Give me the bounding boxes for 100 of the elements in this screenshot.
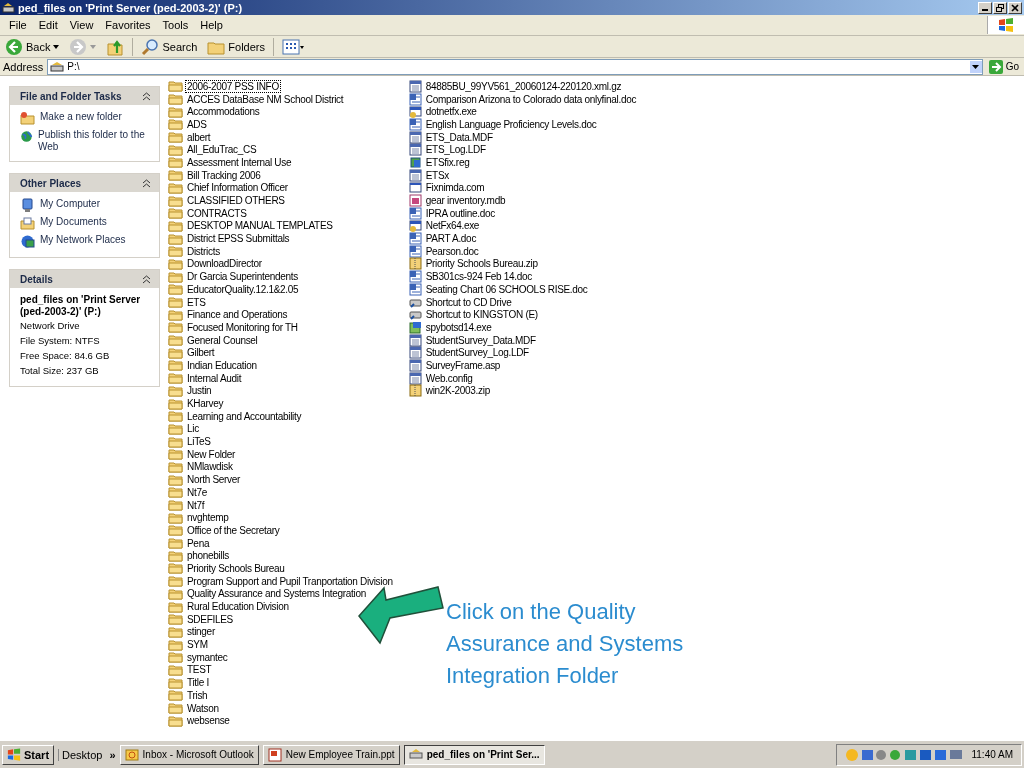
menu-item[interactable]: File	[3, 19, 33, 31]
file-name[interactable]: ETSfix.reg	[423, 155, 472, 169]
folder-name[interactable]: Learning and Accountability	[185, 409, 304, 423]
menu-item[interactable]: Edit	[32, 19, 64, 31]
panel-header[interactable]: Other Places	[10, 174, 159, 192]
folder-name[interactable]: websense	[185, 714, 232, 728]
folder-name[interactable]: 2006-2007 PSS INFO	[185, 79, 281, 93]
folder-name[interactable]: Nt7f	[185, 498, 207, 512]
folder-name[interactable]: Rural Education Division	[185, 600, 291, 614]
file-name[interactable]: StudentSurvey_Data.MDF	[423, 333, 538, 347]
file-name[interactable]: Shortcut to KINGSTON (E)	[423, 308, 540, 322]
task-link[interactable]: Publish this folder to the Web	[38, 129, 151, 153]
file-name[interactable]: Pearson.doc	[423, 244, 481, 258]
folder-name[interactable]: CLASSIFIED OTHERS	[185, 194, 287, 208]
dropdown-button[interactable]	[969, 60, 982, 73]
folder-name[interactable]: North Server	[185, 473, 243, 487]
folder-name[interactable]: New Folder	[185, 447, 238, 461]
taskbar-button[interactable]: ped_files on 'Print Ser...	[403, 744, 545, 765]
minimize-button[interactable]	[978, 1, 992, 14]
file-name[interactable]: Comparison Arizona to Colorado data onlyfinal.doc	[423, 92, 639, 106]
file-name[interactable]: Seating Chart 06 SCHOOLS RISE.doc	[423, 282, 590, 296]
folder-name[interactable]: Bill Tracking 2006	[185, 168, 263, 182]
folder-name[interactable]: NMlawdisk	[185, 460, 235, 474]
search-button[interactable]: Search	[139, 37, 200, 56]
file-name[interactable]: Priority Schools Bureau.zip	[423, 257, 540, 271]
file-name[interactable]: IPRA outline.doc	[423, 206, 497, 220]
file-name[interactable]: SB301cs-924 Feb 14.doc	[423, 270, 534, 284]
folder-name[interactable]: EducatorQuality.12.1&2.05	[185, 282, 301, 296]
folder-name[interactable]: CONTRACTS	[185, 206, 249, 220]
file-name[interactable]: Web.config	[423, 371, 475, 385]
file-name[interactable]: ETS_Log.LDF	[423, 143, 488, 157]
folder-name[interactable]: Office of the Secretary	[185, 523, 282, 537]
file-name[interactable]: English Language Proficiency Levels.doc	[423, 117, 599, 131]
folder-name[interactable]: stinger	[185, 625, 217, 639]
collapse-icon[interactable]	[142, 91, 151, 101]
task-link[interactable]: My Network Places	[40, 234, 126, 246]
back-button[interactable]: Back	[3, 37, 62, 56]
restore-button[interactable]	[993, 1, 1007, 14]
folder-name[interactable]: ADS	[185, 117, 209, 131]
go-button[interactable]: Go	[986, 59, 1021, 74]
folder-name[interactable]: Title I	[185, 676, 211, 690]
folder-name[interactable]: Chief Information Officer	[185, 181, 290, 195]
folder-name[interactable]: Internal Audit	[185, 371, 244, 385]
folder-name[interactable]: nvghtemp	[185, 511, 231, 525]
file-name[interactable]: win2K-2003.zip	[423, 384, 492, 398]
panel-header[interactable]: File and Folder Tasks	[10, 87, 159, 105]
folder-name[interactable]: Quality Assurance and Systems Integration	[185, 587, 368, 601]
folder-name[interactable]: General Counsel	[185, 333, 260, 347]
folder-name[interactable]: Program Support and Pupil Tranportation Division	[185, 574, 395, 588]
menu-item[interactable]: Help	[194, 19, 229, 31]
file-name[interactable]: StudentSurvey_Log.LDF	[423, 346, 531, 360]
folder-name[interactable]: Pena	[185, 536, 212, 550]
task-link[interactable]: My Documents	[40, 216, 107, 228]
file-name[interactable]: gear inventory.mdb	[423, 194, 508, 208]
folder-name[interactable]: albert	[185, 130, 213, 144]
folder-name[interactable]: Finance and Operations	[185, 308, 290, 322]
menu-item[interactable]: View	[63, 19, 100, 31]
folder-name[interactable]: Priority Schools Bureau	[185, 561, 287, 575]
folder-name[interactable]: Accommodations	[185, 105, 262, 119]
folder-name[interactable]: Dr Garcia Superintendents	[185, 270, 300, 284]
folder-name[interactable]: phonebills	[185, 549, 232, 563]
address-field[interactable]: P:\	[47, 58, 983, 75]
folder-name[interactable]: Focused Monitoring for TH	[185, 320, 300, 334]
folder-name[interactable]: KHarvey	[185, 397, 226, 411]
folder-name[interactable]: Lic	[185, 422, 201, 436]
task-link[interactable]: My Computer	[40, 198, 100, 210]
folder-name[interactable]: Indian Education	[185, 358, 259, 372]
file-name[interactable]: PART A.doc	[423, 232, 479, 246]
folder-name[interactable]: Justin	[185, 384, 214, 398]
file-name[interactable]: dotnetfx.exe	[423, 105, 479, 119]
file-name[interactable]: spybotsd14.exe	[423, 320, 494, 334]
folder-name[interactable]: Trish	[185, 688, 210, 702]
close-button[interactable]	[1008, 1, 1022, 14]
file-name[interactable]: 84885BU_99YV561_20060124-220120.xml.gz	[423, 79, 624, 93]
folder-name[interactable]: ETS	[185, 295, 208, 309]
views-button[interactable]	[280, 37, 306, 56]
panel-header[interactable]: Details	[10, 270, 159, 288]
menu-item[interactable]: Favorites	[99, 19, 157, 31]
folder-name[interactable]: Districts	[185, 244, 222, 258]
collapse-icon[interactable]	[142, 178, 151, 188]
folder-name[interactable]: SDEFILES	[185, 612, 235, 626]
file-name[interactable]: Fixnimda.com	[423, 181, 487, 195]
file-name[interactable]: ETS_Data.MDF	[423, 130, 495, 144]
folder-name[interactable]: Nt7e	[185, 485, 209, 499]
folder-name[interactable]: Assessment Internal Use	[185, 155, 294, 169]
folder-name[interactable]: TEST	[185, 663, 214, 677]
file-name[interactable]: NetFx64.exe	[423, 219, 482, 233]
task-link[interactable]: Make a new folder	[40, 111, 122, 123]
folder-name[interactable]: DownloadDirector	[185, 257, 264, 271]
menu-item[interactable]: Tools	[156, 19, 195, 31]
folders-button[interactable]: Folders	[205, 37, 267, 56]
folder-name[interactable]: Watson	[185, 701, 221, 715]
start-button[interactable]: Start	[2, 744, 55, 765]
folder-name[interactable]: District EPSS Submittals	[185, 232, 292, 246]
file-name[interactable]: SurveyFrame.asp	[423, 358, 503, 372]
taskbar-button[interactable]: New Employee Train.ppt	[262, 744, 400, 765]
taskbar-button[interactable]: Inbox - Microsoft Outlook	[119, 744, 259, 765]
folder-name[interactable]: All_EduTrac_CS	[185, 143, 259, 157]
file-name[interactable]: ETSx	[423, 168, 451, 182]
collapse-icon[interactable]	[142, 274, 151, 284]
